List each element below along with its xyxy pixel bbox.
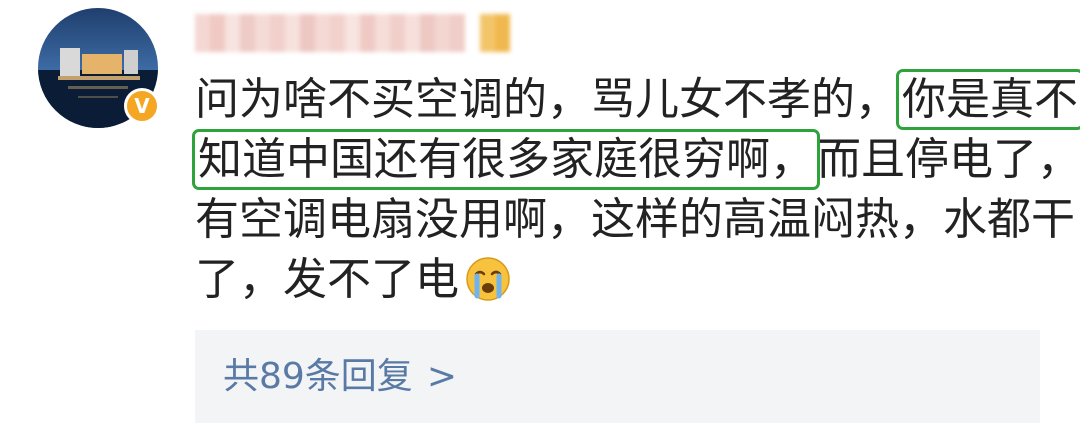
comment-line-4: 了，发不了电: [195, 250, 1055, 310]
comment-card: V 问为啥不买空调的，骂儿女不孝的，你是真不 知道中国还有很多家庭很穷啊，而且停…: [0, 0, 1080, 443]
highlight-box-2: 知道中国还有很多家庭很穷啊，: [192, 129, 820, 190]
comment-text-segment: 有空调电扇没用啊，这样的高温闷热，水都干: [195, 194, 1075, 245]
highlight-box-1: 你是真不: [896, 69, 1080, 130]
comment-body: 问为啥不买空调的，骂儿女不孝的，你是真不 知道中国还有很多家庭很穷啊，而且停电了…: [192, 69, 1080, 310]
view-replies-link[interactable]: 共89条回复 >: [223, 330, 457, 423]
verified-badge-icon: V: [124, 88, 160, 124]
comment-line-2: 知道中国还有很多家庭很穷啊，而且停电了，: [192, 129, 1080, 190]
crying-face-icon: [465, 256, 511, 318]
replies-panel: 共89条回复 >: [195, 330, 1040, 423]
avatar-container[interactable]: V: [38, 8, 160, 128]
comment-text-segment: 而且停电了，: [817, 134, 1080, 185]
chevron-right-icon: >: [426, 356, 457, 397]
username-mosaic: [195, 14, 510, 52]
replies-count-label: 共89条回复: [223, 356, 413, 397]
comment-line-3: 有空调电扇没用啊，这样的高温闷热，水都干: [195, 190, 1075, 250]
comment-line-1: 问为啥不买空调的，骂儿女不孝的，你是真不: [195, 69, 1080, 130]
comment-text-segment: 问为啥不买空调的，骂儿女不孝的，: [195, 74, 899, 125]
comment-text-segment: 了，发不了电: [195, 254, 459, 305]
username-blurred[interactable]: [195, 14, 510, 52]
